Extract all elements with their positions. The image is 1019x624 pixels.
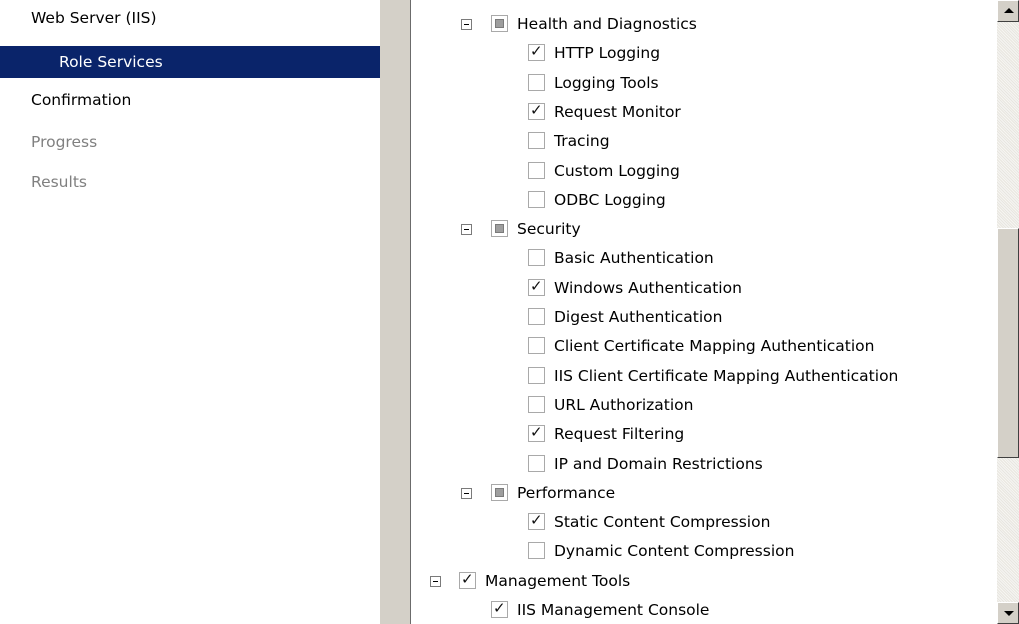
tree-node-label: Custom Logging: [554, 162, 680, 180]
checkbox[interactable]: [528, 42, 545, 61]
scroll-up-arrow-icon: [1004, 8, 1014, 13]
checkbox[interactable]: [459, 570, 476, 589]
tree-node-label: Performance: [517, 484, 616, 502]
tree-node-iis-management-console[interactable]: IIS Management Console: [411, 599, 997, 623]
pane-separator: [380, 0, 410, 624]
tree-node-label: Digest Authentication: [554, 308, 723, 326]
tree-node-windows-authentication[interactable]: Windows Authentication: [411, 277, 997, 301]
tree-node-label: ODBC Logging: [554, 191, 666, 209]
checkbox[interactable]: [491, 599, 508, 618]
checkbox[interactable]: [528, 191, 545, 208]
tree-node-tracing[interactable]: Tracing: [411, 130, 997, 154]
checkbox[interactable]: [528, 396, 545, 413]
checkbox[interactable]: [528, 511, 545, 530]
checkbox[interactable]: [528, 455, 545, 472]
tree-node-label: IIS Management Console: [517, 601, 710, 619]
tree-node-ip-and-domain-restrictions[interactable]: IP and Domain Restrictions: [411, 453, 997, 477]
checkbox[interactable]: [491, 220, 508, 237]
checkbox[interactable]: [528, 308, 545, 325]
collapse-minus-icon[interactable]: [461, 19, 472, 30]
checkbox[interactable]: [528, 542, 545, 559]
wizard-step-web-server-iis[interactable]: Web Server (IIS): [0, 4, 380, 34]
checkbox[interactable]: [528, 162, 545, 179]
tree-node-odbc-logging[interactable]: ODBC Logging: [411, 189, 997, 213]
wizard-steps-pane: Web Server (IIS) Role Services Confirmatio…: [0, 0, 380, 624]
wizard-step-label: Confirmation: [31, 91, 132, 109]
wizard-step-role-services[interactable]: Role Services: [0, 46, 380, 78]
tree-node-management-tools[interactable]: Management Tools: [411, 570, 997, 594]
tree-node-label: IIS Client Certificate Mapping Authentic…: [554, 367, 899, 385]
wizard-step-label: Web Server (IIS): [31, 9, 157, 27]
tree-node-url-authorization[interactable]: URL Authorization: [411, 394, 997, 418]
tree-node-static-content-compression[interactable]: Static Content Compression: [411, 511, 997, 535]
tree-node-label: Basic Authentication: [554, 249, 714, 267]
checkbox[interactable]: [528, 337, 545, 354]
tree-node-health-and-diagnostics[interactable]: Health and Diagnostics: [411, 13, 997, 37]
checkbox[interactable]: [491, 15, 508, 32]
checkbox[interactable]: [528, 101, 545, 120]
checkbox[interactable]: [528, 132, 545, 149]
checkbox[interactable]: [528, 367, 545, 384]
tree-node-iis-client-certificate-mapping-authentication[interactable]: IIS Client Certificate Mapping Authentic…: [411, 365, 997, 389]
role-services-tree[interactable]: Health and Diagnostics HTTP Logging Loggin…: [410, 0, 997, 624]
tree-node-label: Client Certificate Mapping Authenticatio…: [554, 337, 875, 355]
wizard-step-confirmation[interactable]: Confirmation: [0, 86, 380, 116]
tree-node-label: Logging Tools: [554, 74, 659, 92]
tree-node-label: Request Filtering: [554, 425, 685, 443]
wizard-step-label: Progress: [31, 133, 98, 151]
tree-node-label: Windows Authentication: [554, 279, 742, 297]
tree-node-label: Management Tools: [485, 572, 631, 590]
tree-node-label: Dynamic Content Compression: [554, 542, 795, 560]
tree-node-label: Security: [517, 220, 581, 238]
tree-node-label: IP and Domain Restrictions: [554, 455, 763, 473]
wizard-step-label: Role Services: [59, 53, 163, 71]
scroll-down-button[interactable]: [997, 602, 1019, 624]
checkbox[interactable]: [491, 484, 508, 501]
tree-node-label: Static Content Compression: [554, 513, 771, 531]
tree-node-dynamic-content-compression[interactable]: Dynamic Content Compression: [411, 540, 997, 564]
tree-node-label: HTTP Logging: [554, 44, 661, 62]
scroll-down-arrow-icon: [1004, 611, 1014, 616]
tree-node-label: Tracing: [554, 132, 610, 150]
tree-node-label: URL Authorization: [554, 396, 694, 414]
checkbox[interactable]: [528, 249, 545, 266]
scrollbar-thumb[interactable]: [997, 228, 1019, 458]
wizard-step-results: Results: [0, 168, 380, 198]
collapse-minus-icon[interactable]: [461, 224, 472, 235]
collapse-minus-icon[interactable]: [430, 576, 441, 587]
collapse-minus-icon[interactable]: [461, 488, 472, 499]
wizard-step-progress: Progress: [0, 128, 380, 158]
tree-node-label: Request Monitor: [554, 103, 681, 121]
wizard-step-label: Results: [31, 173, 87, 191]
tree-node-performance[interactable]: Performance: [411, 482, 997, 506]
vertical-scrollbar[interactable]: [997, 0, 1019, 624]
tree-node-custom-logging[interactable]: Custom Logging: [411, 160, 997, 184]
tree-node-security[interactable]: Security: [411, 218, 997, 242]
checkbox[interactable]: [528, 74, 545, 91]
tree-node-digest-authentication[interactable]: Digest Authentication: [411, 306, 997, 330]
tree-node-logging-tools[interactable]: Logging Tools: [411, 72, 997, 96]
checkbox[interactable]: [528, 277, 545, 296]
tree-node-request-filtering[interactable]: Request Filtering: [411, 423, 997, 447]
tree-node-client-certificate-mapping-authentication[interactable]: Client Certificate Mapping Authenticatio…: [411, 335, 997, 359]
scroll-up-button[interactable]: [997, 0, 1019, 22]
tree-node-request-monitor[interactable]: Request Monitor: [411, 101, 997, 125]
tree-node-basic-authentication[interactable]: Basic Authentication: [411, 247, 997, 271]
checkbox[interactable]: [528, 423, 545, 442]
tree-node-http-logging[interactable]: HTTP Logging: [411, 42, 997, 66]
tree-node-label: Health and Diagnostics: [517, 15, 697, 33]
